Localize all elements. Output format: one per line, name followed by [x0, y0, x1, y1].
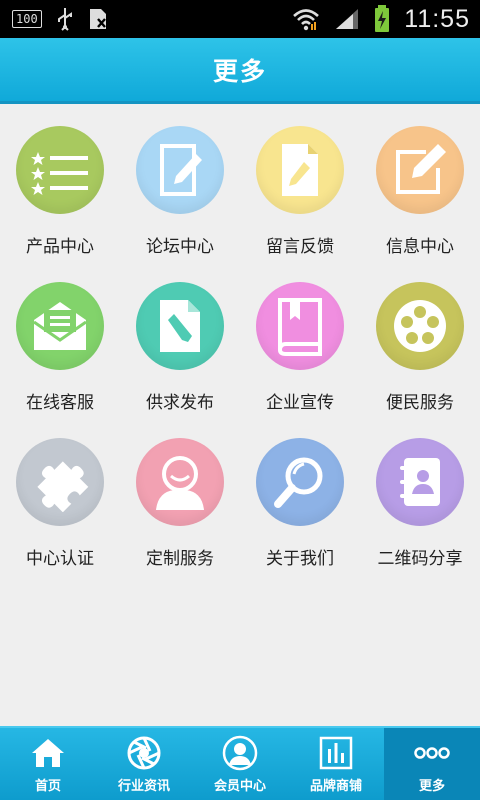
grid-item-feedback[interactable]: 留言反馈 [240, 104, 360, 260]
nav-label: 更多 [418, 778, 445, 794]
grid-item-label: 企业宣传 [266, 393, 334, 413]
grid-item-info-center[interactable]: 信息中心 [360, 104, 480, 260]
nav-label: 品牌商铺 [309, 778, 362, 794]
magnifier-icon [274, 457, 323, 508]
grid-item-label: 定制服务 [146, 549, 214, 569]
grid-item-custom-service[interactable]: 定制服务 [120, 416, 240, 572]
person-icon [156, 456, 204, 510]
grid-item-label: 便民服务 [386, 393, 454, 413]
grid-item-forum-center[interactable]: 论坛中心 [120, 104, 240, 260]
grid-item-product-center[interactable]: 产品中心 [0, 104, 120, 260]
title-bar: 更多 [0, 38, 480, 104]
status-time: 11:55 [404, 4, 470, 33]
grid-item-circle [16, 438, 104, 526]
grid-item-circle [136, 126, 224, 214]
chart-bars-icon [319, 736, 353, 769]
page-title: 更多 [212, 56, 267, 86]
book-icon [278, 298, 322, 356]
grid-item-circle [16, 126, 104, 214]
nav-item-brand-shops[interactable]: 品牌商铺 [288, 728, 384, 800]
grid-item-label: 中心认证 [26, 549, 94, 569]
grid-item-label: 信息中心 [386, 237, 454, 257]
puzzle-icon [37, 461, 89, 512]
nav-item-home[interactable]: 首页 [0, 728, 96, 800]
star-list-icon [31, 152, 88, 195]
grid-item-enterprise-promo[interactable]: 企业宣传 [240, 260, 360, 416]
grid-item-circle [256, 282, 344, 370]
nav-label: 首页 [34, 778, 61, 794]
status-bar-left: 100 [12, 7, 108, 31]
nav-item-more[interactable]: 更多 [384, 728, 480, 800]
envelope-icon [33, 302, 87, 350]
grid-item-label: 产品中心 [26, 237, 94, 257]
feature-grid: 产品中心 论坛中心 留言反馈 信息中心 在线客服 供求发布 企业宣传 便民服务 … [0, 104, 480, 572]
signal-icon [336, 9, 359, 29]
grid-item-circle [136, 438, 224, 526]
grid-item-circle [376, 126, 464, 214]
nav-item-industry-news[interactable]: 行业资讯 [96, 728, 192, 800]
bottom-nav: 首页 行业资讯 会员中心 品牌商铺 更多 [0, 726, 480, 800]
grid-item-label: 在线客服 [26, 393, 94, 413]
status-bar: 100 11:55 [0, 0, 480, 38]
aperture-icon [127, 736, 161, 769]
status-bar-right: 11:55 [292, 5, 470, 34]
grid-item-circle [16, 282, 104, 370]
grid-item-label: 二维码分享 [377, 549, 463, 569]
note-pencil-icon [160, 144, 202, 196]
grid-item-online-support[interactable]: 在线客服 [0, 260, 120, 416]
grid-item-circle [256, 126, 344, 214]
grid-item-circle [376, 438, 464, 526]
grid-item-circle [136, 282, 224, 370]
contact-book-icon [400, 458, 440, 506]
grid-item-supply-demand[interactable]: 供求发布 [120, 260, 240, 416]
app-screen: 100 11:55 更多 产品中心 论坛中心 留言反馈 信息中心 在线客服 供求… [0, 0, 480, 800]
grid-item-certification[interactable]: 中心认证 [0, 416, 120, 572]
grid-item-public-service[interactable]: 便民服务 [360, 260, 480, 416]
grid-item-label: 留言反馈 [266, 237, 334, 257]
more-dots-icon [414, 746, 450, 759]
nav-label: 行业资讯 [117, 778, 170, 794]
nav-item-member-center[interactable]: 会员中心 [192, 728, 288, 800]
film-reel-icon [394, 300, 446, 352]
page-pencil-icon [160, 300, 200, 352]
grid-item-circle [256, 438, 344, 526]
grid-item-about-us[interactable]: 关于我们 [240, 416, 360, 572]
grid-item-label: 关于我们 [266, 549, 334, 569]
battery-level-icon: 100 [12, 10, 42, 28]
document-pencil-icon [282, 144, 318, 196]
grid-item-circle [376, 282, 464, 370]
wifi-icon [293, 9, 320, 31]
member-icon [222, 735, 258, 770]
usb-icon [57, 8, 72, 31]
sim-icon [89, 9, 106, 29]
grid-item-label: 供求发布 [146, 393, 214, 413]
grid-item-label: 论坛中心 [146, 237, 214, 257]
nav-label: 会员中心 [213, 778, 266, 794]
grid-item-qrcode-share[interactable]: 二维码分享 [360, 416, 480, 572]
edit-box-icon [396, 144, 446, 194]
charging-battery-icon [375, 5, 390, 32]
home-icon [32, 738, 64, 767]
